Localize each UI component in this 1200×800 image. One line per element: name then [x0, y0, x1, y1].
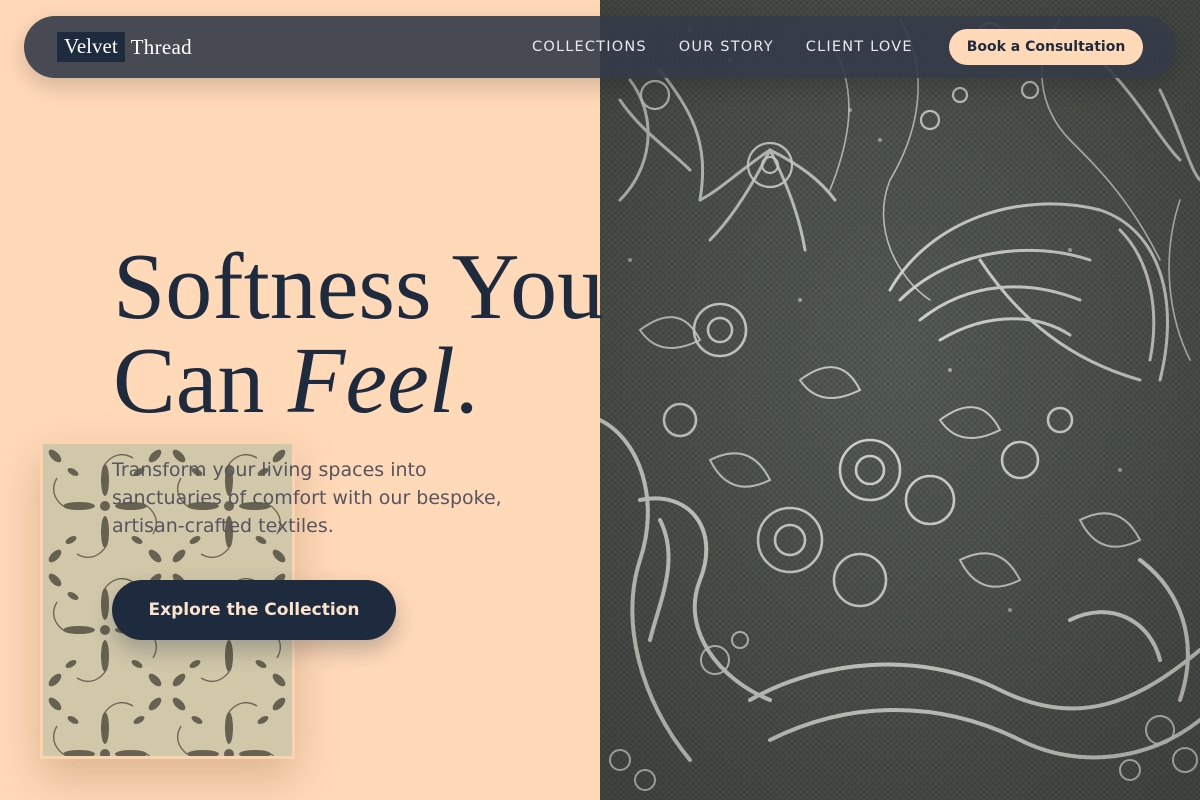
- nav-links: COLLECTIONS OUR STORY CLIENT LOVE: [532, 16, 913, 78]
- hero-lace-image: [600, 0, 1200, 800]
- hero-title-emphasis: Feel: [287, 329, 455, 433]
- hero-title-line1: Softness You: [113, 235, 605, 339]
- nav-link-our-story[interactable]: OUR STORY: [679, 39, 774, 55]
- lace-pattern-graphic: [600, 0, 1200, 800]
- explore-collection-button[interactable]: Explore the Collection: [112, 580, 396, 640]
- nav-link-client-love[interactable]: CLIENT LOVE: [806, 39, 913, 55]
- hero-title-line2-plain: Can: [113, 329, 288, 433]
- hero-title: Softness You Can Feel.: [113, 240, 633, 428]
- hero-subtitle: Transform your living spaces into sanctu…: [112, 459, 502, 537]
- brand-logo[interactable]: Velvet Thread: [57, 32, 192, 62]
- hero-title-period: .: [454, 329, 479, 433]
- book-consultation-button[interactable]: Book a Consultation: [949, 29, 1143, 65]
- logo-second-word: Thread: [130, 34, 192, 59]
- top-navbar: Velvet Thread COLLECTIONS OUR STORY CLIE…: [24, 16, 1176, 78]
- logo-first-word: Velvet: [57, 32, 125, 62]
- nav-link-collections[interactable]: COLLECTIONS: [532, 39, 647, 55]
